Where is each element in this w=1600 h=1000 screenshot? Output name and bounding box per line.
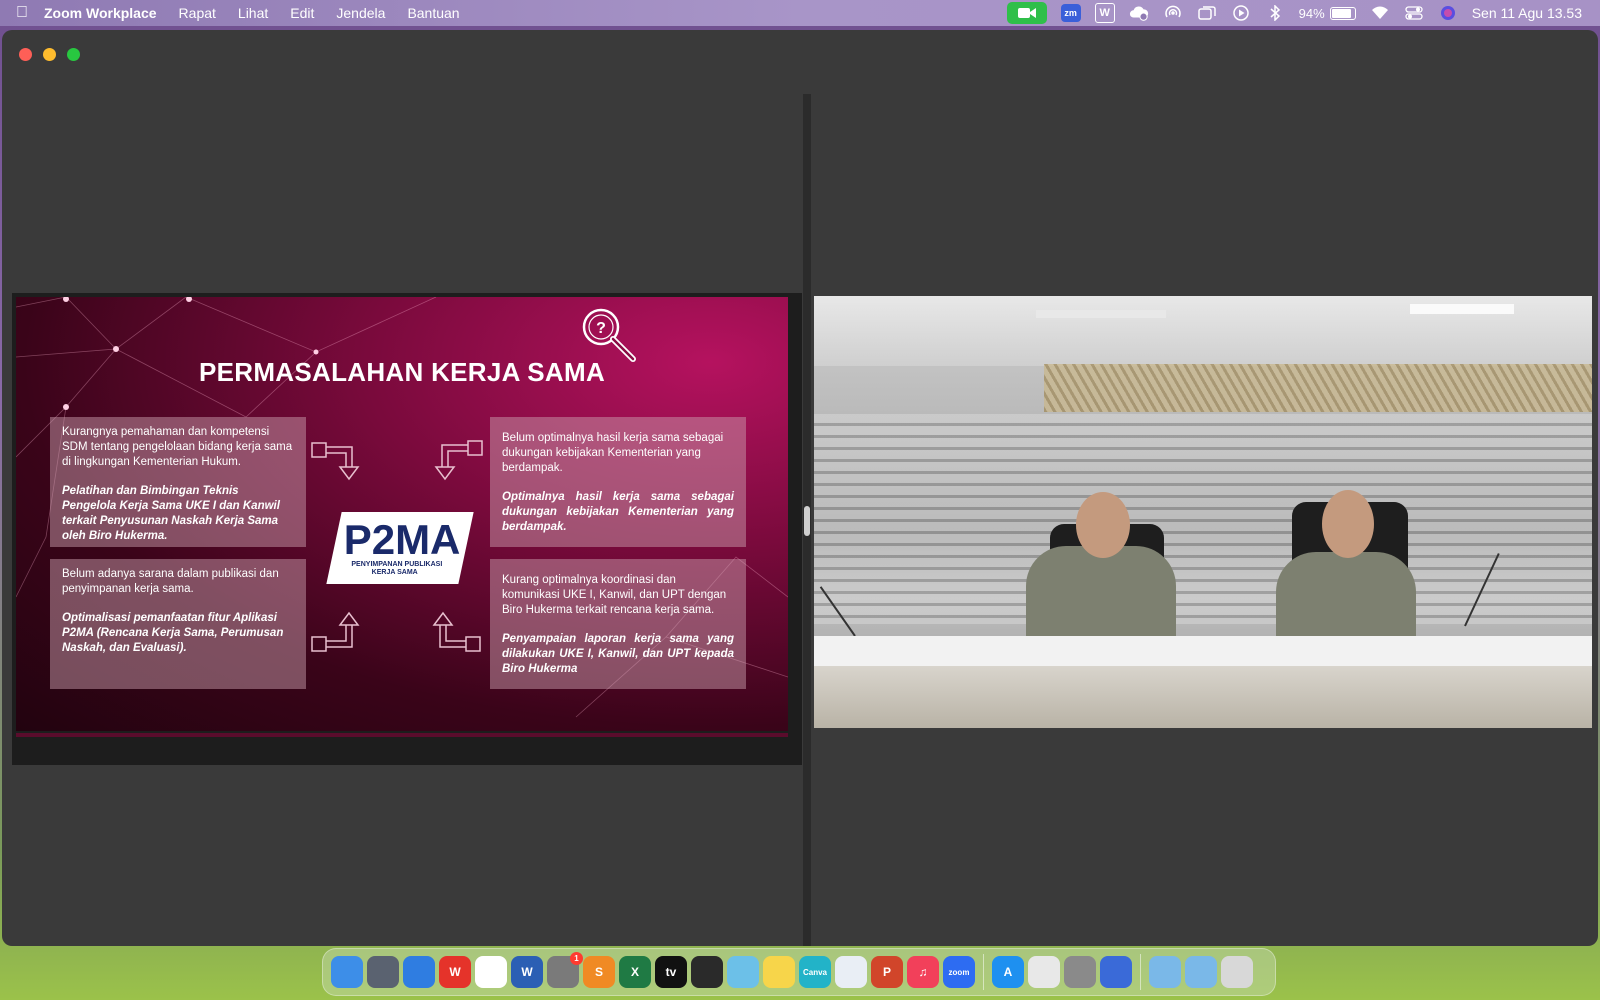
word-icon[interactable]: W (511, 956, 543, 988)
participant-video[interactable] (814, 296, 1592, 728)
screenshot-icon[interactable] (367, 956, 399, 988)
applications-folder-icon[interactable] (1149, 956, 1181, 988)
logo-sub-text-2: KERJA SAMA (371, 569, 418, 576)
apple-menu-icon[interactable]:  (0, 4, 44, 22)
siri-icon[interactable] (1438, 5, 1458, 21)
problem-box-3: Belum adanya sarana dalam publikasi dan … (50, 559, 306, 689)
minimize-window-button[interactable] (43, 48, 56, 61)
battery-icon[interactable]: 94% (1299, 6, 1356, 21)
shared-screen[interactable]: ? PERMASALAHAN KERJA SAMA Kurangnya pema… (12, 293, 802, 765)
zoom-meeting-window: ? PERMASALAHAN KERJA SAMA Kurangnya pema… (2, 30, 1598, 946)
arrow-top-right-icon (434, 440, 483, 481)
maximize-window-button[interactable] (67, 48, 80, 61)
app-store-icon[interactable]: A (992, 956, 1024, 988)
menu-clock[interactable]: Sen 11 Agu 13.53 (1472, 5, 1582, 21)
problem-text-2: Belum optimalnya hasil kerja sama sebaga… (502, 432, 724, 474)
logo-sub-text-1: PENYIMPANAN PUBLIKASI (350, 561, 442, 568)
problem-box-4: Kurang optimalnya koordinasi dan komunik… (490, 559, 746, 689)
split-divider-handle[interactable] (804, 506, 810, 536)
powerpoint-icon[interactable]: P (871, 956, 903, 988)
slide-title: PERMASALAHAN KERJA SAMA (198, 357, 606, 387)
freeform-icon[interactable] (835, 956, 867, 988)
participant-1-body (1026, 546, 1176, 646)
bluetooth-icon[interactable] (1265, 5, 1285, 21)
printer-icon[interactable] (1064, 956, 1096, 988)
arrow-top-left-icon (311, 442, 360, 481)
battery-percent: 94% (1298, 5, 1325, 21)
solution-text-4: Penyampaian laporan kerja sama yang dila… (502, 633, 734, 675)
airdrop-icon[interactable] (1163, 5, 1183, 21)
apple-tv-icon[interactable]: tv (655, 956, 687, 988)
wifi-icon[interactable] (1370, 5, 1390, 21)
svg-text:?: ? (596, 320, 606, 337)
glass-pattern (1044, 364, 1592, 412)
logo-main-text: P2MA (343, 516, 461, 563)
menu-bar:  Zoom Workplace Rapat Lihat Edit Jendel… (0, 0, 1600, 26)
chrome-icon[interactable] (475, 956, 507, 988)
dock: W W 1 S Xtv Canva P ♫ zoom A (322, 948, 1276, 996)
problem-box-2: Belum optimalnya hasil kerja sama sebaga… (490, 417, 746, 547)
dock-separator (983, 954, 984, 990)
finder-icon[interactable] (331, 956, 363, 988)
solution-text-1: Pelatihan dan Bimbingan Teknis Pengelola… (62, 485, 280, 542)
zoom-video-icon[interactable] (1006, 2, 1047, 24)
play-icon[interactable] (1231, 5, 1251, 21)
battery-gauge (1329, 6, 1356, 20)
menu-bantuan[interactable]: Bantuan (407, 5, 459, 21)
rostrum-icon[interactable] (1100, 956, 1132, 988)
presentation-slide: ? PERMASALAHAN KERJA SAMA Kurangnya pema… (16, 297, 788, 731)
system-settings-icon[interactable]: 1 (547, 952, 583, 988)
canva-icon[interactable]: Canva (799, 956, 831, 988)
arrow-bottom-left-icon (311, 611, 360, 652)
mission-control-icon[interactable] (691, 956, 723, 988)
zoom-icon[interactable]: zm (1060, 4, 1081, 22)
conference-table-front (814, 666, 1592, 728)
problem-text-3: Belum adanya sarana dalam publikasi dan … (62, 568, 279, 595)
arrow-bottom-right-icon (432, 611, 481, 652)
slide-bottom-strip (16, 733, 788, 737)
zoom-icon[interactable]: zoom (943, 956, 975, 988)
maps-icon[interactable] (727, 956, 759, 988)
problem-text-4: Kurang optimalnya koordinasi dan komunik… (502, 574, 727, 616)
sublime-icon[interactable]: S (583, 956, 615, 988)
music-icon[interactable]: ♫ (907, 956, 939, 988)
safari-icon[interactable] (403, 956, 435, 988)
menu-edit[interactable]: Edit (290, 5, 314, 21)
launchpad-icon[interactable] (1028, 956, 1060, 988)
screen-mirror-icon[interactable] (1197, 5, 1217, 21)
participant-1-head (1076, 492, 1130, 558)
notes-icon[interactable] (763, 956, 795, 988)
conference-table-top (814, 636, 1592, 666)
control-center-icon[interactable] (1404, 5, 1424, 21)
problem-text-1: Kurangnya pemahaman dan kompetensi SDM t… (62, 426, 293, 468)
menu-jendela[interactable]: Jendela (336, 5, 385, 21)
solution-text-2: Optimalnya hasil kerja sama sebagai duku… (502, 491, 734, 533)
notification-badge: 1 (570, 952, 583, 965)
wps-icon[interactable]: W (1094, 3, 1115, 23)
menu-rapat[interactable]: Rapat (179, 5, 216, 21)
excel-icon[interactable]: X (619, 956, 651, 988)
app-menu-zoom[interactable]: Zoom Workplace (44, 5, 157, 21)
p2ma-logo: P2MA PENYIMPANAN PUBLIKASI KERJA SAMA (326, 512, 474, 584)
menu-lihat[interactable]: Lihat (238, 5, 268, 21)
wps-icon[interactable]: W (439, 956, 471, 988)
downloads-folder-icon[interactable] (1185, 956, 1217, 988)
dock-separator (1140, 954, 1141, 990)
ceiling-vent (1036, 310, 1166, 318)
participant-2-head (1322, 490, 1374, 558)
problem-box-1: Kurangnya pemahaman dan kompetensi SDM t… (50, 417, 306, 547)
ceiling-light (1410, 304, 1514, 314)
cloud-icon[interactable] (1129, 5, 1149, 21)
solution-text-3: Optimalisasi pemanfaatan fitur Aplikasi … (62, 612, 284, 654)
trash-icon[interactable] (1221, 956, 1253, 988)
close-window-button[interactable] (19, 48, 32, 61)
battery-fill (1331, 8, 1351, 18)
glass-stripes (814, 414, 1592, 624)
